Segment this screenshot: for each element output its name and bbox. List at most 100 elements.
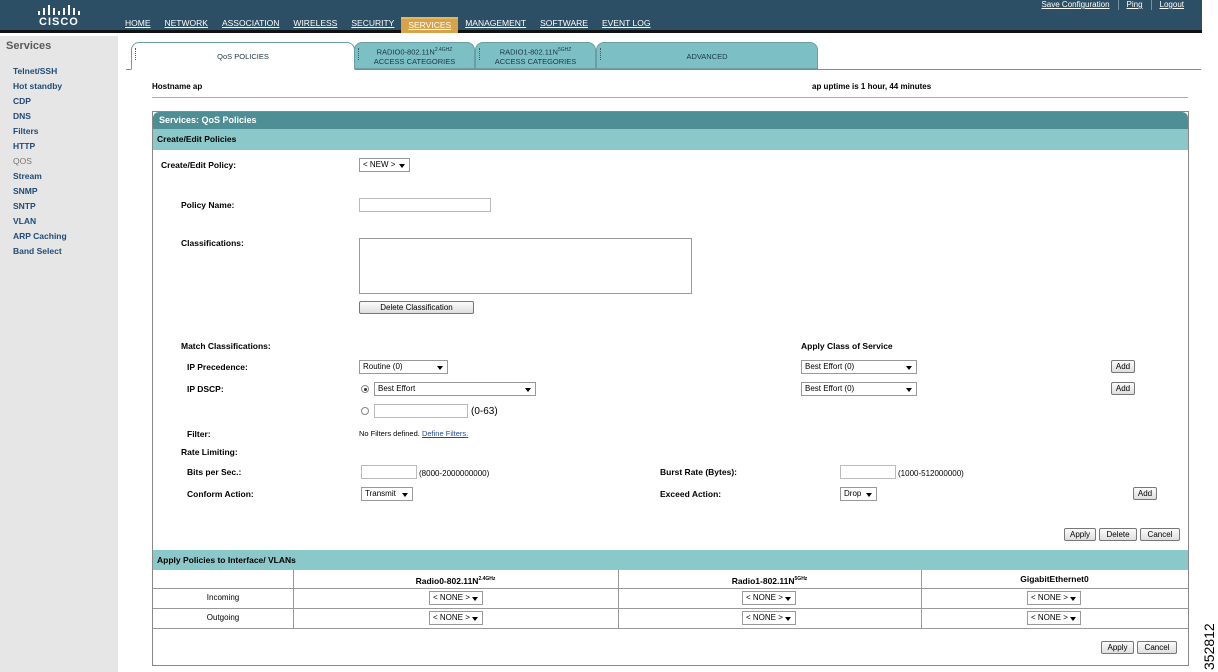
top-links: Save Configuration Ping Logout bbox=[1033, 0, 1192, 10]
exceed-action-select[interactable]: Drop bbox=[840, 487, 877, 501]
sidebar-item-qos[interactable]: QOS bbox=[13, 154, 67, 169]
match-classifications-label: Match Classifications: bbox=[181, 341, 271, 351]
save-configuration-link[interactable]: Save Configuration bbox=[1033, 0, 1117, 10]
table-divider bbox=[153, 588, 1188, 589]
burst-rate-input[interactable] bbox=[840, 465, 896, 479]
hostname-label: Hostname bbox=[152, 82, 191, 91]
cancel-button[interactable]: Cancel bbox=[1140, 528, 1180, 541]
tab-grip-icon bbox=[358, 48, 361, 60]
ip-dscp-select[interactable]: Best Effort bbox=[374, 382, 536, 396]
radio1-incoming-select[interactable]: < NONE > bbox=[742, 591, 796, 605]
column-header-text: Radio1-802.11N bbox=[731, 575, 795, 586]
logout-link[interactable]: Logout bbox=[1150, 0, 1192, 10]
ping-link[interactable]: Ping bbox=[1117, 0, 1151, 10]
radio0-incoming-select[interactable]: < NONE > bbox=[429, 591, 483, 605]
sidebar-item-sntp[interactable]: SNTP bbox=[13, 199, 67, 214]
policy-name-label: Policy Name: bbox=[181, 200, 235, 210]
create-edit-policy-label: Create/Edit Policy: bbox=[161, 160, 237, 170]
sidebar-item-vlan[interactable]: VLAN bbox=[13, 214, 67, 229]
add-ip-precedence-button[interactable]: Add bbox=[1111, 360, 1135, 373]
delete-button[interactable]: Delete bbox=[1099, 528, 1137, 541]
column-header-text: Radio0-802.11N bbox=[415, 575, 479, 586]
delete-classification-button[interactable]: Delete Classification bbox=[359, 301, 474, 314]
apply-button[interactable]: Apply bbox=[1064, 528, 1096, 541]
define-filters-link[interactable]: Define Filters. bbox=[422, 429, 468, 438]
sidebar-item-band-select[interactable]: Band Select bbox=[13, 244, 67, 259]
sidebar-item-telnet-ssh[interactable]: Telnet/SSH bbox=[13, 64, 67, 79]
hostname-line: Hostname ap bbox=[152, 82, 202, 91]
conform-action-label: Conform Action: bbox=[187, 489, 254, 499]
create-edit-section-header: Create/Edit Policies bbox=[153, 129, 1188, 150]
cisco-logo-text: CISCO bbox=[39, 16, 79, 28]
divider bbox=[152, 97, 1188, 98]
tab-radio1-access-categories[interactable]: RADIO1-802.11N5GHZ ACCESS CATEGORIES bbox=[475, 42, 596, 69]
figure-id-text: 352812 bbox=[1201, 623, 1217, 670]
ip-dscp-custom-radio[interactable] bbox=[361, 407, 369, 415]
tab-label: ACCESS CATEGORIES bbox=[373, 56, 456, 66]
burst-range-text: (1000-512000000) bbox=[898, 469, 964, 478]
ip-precedence-cos-select[interactable]: Best Effort (0) bbox=[801, 360, 917, 374]
tab-radio0-access-categories[interactable]: RADIO0-802.11N2.4GHZ ACCESS CATEGORIES bbox=[354, 42, 475, 69]
ip-dscp-preset-radio[interactable] bbox=[361, 385, 369, 393]
ip-precedence-select[interactable]: Routine (0) bbox=[359, 360, 448, 374]
nav-association[interactable]: ASSOCIATION bbox=[215, 17, 286, 33]
tab-grip-icon bbox=[479, 48, 482, 60]
sidebar-title: Services bbox=[6, 40, 52, 52]
tab-advanced[interactable]: ADVANCED bbox=[596, 42, 818, 69]
tab-label: RADIO1-802.11N bbox=[499, 47, 558, 57]
sidebar-item-snmp[interactable]: SNMP bbox=[13, 184, 67, 199]
gig-incoming-select[interactable]: < NONE > bbox=[1027, 591, 1081, 605]
sidebar-item-hot-standby[interactable]: Hot standby bbox=[13, 79, 67, 94]
sidebar-item-stream[interactable]: Stream bbox=[13, 169, 67, 184]
tab-qos-policies[interactable]: QoS POLICIES bbox=[131, 42, 355, 70]
qos-policies-panel: Services: QoS Policies Create/Edit Polic… bbox=[152, 111, 1189, 666]
tab-label-sup: 5GHZ bbox=[557, 47, 572, 53]
classifications-list[interactable] bbox=[359, 238, 692, 294]
add-ip-dscp-button[interactable]: Add bbox=[1111, 382, 1135, 395]
nav-event-log[interactable]: EVENT LOG bbox=[595, 17, 658, 33]
row-label-incoming: Incoming bbox=[206, 593, 240, 602]
radio1-outgoing-select[interactable]: < NONE > bbox=[742, 611, 796, 625]
policy-name-input[interactable] bbox=[359, 198, 491, 212]
ip-precedence-label: IP Precedence: bbox=[187, 362, 248, 372]
nav-management[interactable]: MANAGEMENT bbox=[458, 17, 533, 33]
conform-action-select[interactable]: Transmit bbox=[361, 487, 413, 501]
nav-network[interactable]: NETWORK bbox=[158, 17, 215, 33]
radio0-outgoing-select[interactable]: < NONE > bbox=[429, 611, 483, 625]
panel-title: Services: QoS Policies bbox=[153, 112, 1188, 129]
sidebar-item-cdp[interactable]: CDP bbox=[13, 94, 67, 109]
column-header-radio0: Radio0-802.11N2.4GHz bbox=[293, 570, 618, 588]
filter-label: Filter: bbox=[187, 429, 211, 439]
ip-dscp-custom-input[interactable] bbox=[374, 404, 468, 418]
filter-note: No Filters defined. Define Filters. bbox=[359, 429, 468, 438]
sidebar-item-dns[interactable]: DNS bbox=[13, 109, 67, 124]
sidebar-item-http[interactable]: HTTP bbox=[13, 139, 67, 154]
gig-outgoing-select[interactable]: < NONE > bbox=[1027, 611, 1081, 625]
add-rate-limit-button[interactable]: Add bbox=[1133, 487, 1157, 500]
nav-software[interactable]: SOFTWARE bbox=[533, 17, 595, 33]
main-nav: HOME NETWORK ASSOCIATION WIRELESS SECURI… bbox=[118, 17, 657, 33]
nav-home[interactable]: HOME bbox=[118, 17, 158, 33]
rate-limiting-label: Rate Limiting: bbox=[181, 447, 238, 457]
tab-label: ADVANCED bbox=[686, 52, 728, 61]
bits-per-sec-input[interactable] bbox=[361, 465, 417, 479]
cisco-logo-bars bbox=[38, 3, 82, 15]
apply-interfaces-button[interactable]: Apply bbox=[1101, 641, 1134, 654]
sidebar: Services Telnet/SSH Hot standby CDP DNS … bbox=[0, 36, 118, 672]
create-edit-policy-select[interactable]: < NEW > bbox=[359, 158, 410, 172]
top-bar: CISCO HOME NETWORK ASSOCIATION WIRELESS … bbox=[0, 0, 1202, 33]
cisco-logo: CISCO bbox=[34, 3, 86, 28]
table-divider bbox=[153, 608, 1188, 609]
nav-services[interactable]: SERVICES bbox=[401, 17, 459, 33]
nav-security[interactable]: SECURITY bbox=[344, 17, 401, 33]
cancel-interfaces-button[interactable]: Cancel bbox=[1137, 641, 1177, 654]
sidebar-item-filters[interactable]: Filters bbox=[13, 124, 67, 139]
row-label-outgoing: Outgoing bbox=[206, 613, 240, 622]
apply-policies-section-header: Apply Policies to Interface/ VLANs bbox=[153, 550, 1188, 570]
apply-class-of-service-label: Apply Class of Service bbox=[801, 341, 893, 351]
column-header-gigabitethernet0: GigabitEthernet0 bbox=[1020, 574, 1089, 584]
nav-wireless[interactable]: WIRELESS bbox=[286, 17, 344, 33]
sidebar-item-arp-caching[interactable]: ARP Caching bbox=[13, 229, 67, 244]
tab-strip: QoS POLICIES RADIO0-802.11N2.4GHZ ACCESS… bbox=[126, 42, 1201, 70]
ip-dscp-cos-select[interactable]: Best Effort (0) bbox=[801, 382, 917, 396]
